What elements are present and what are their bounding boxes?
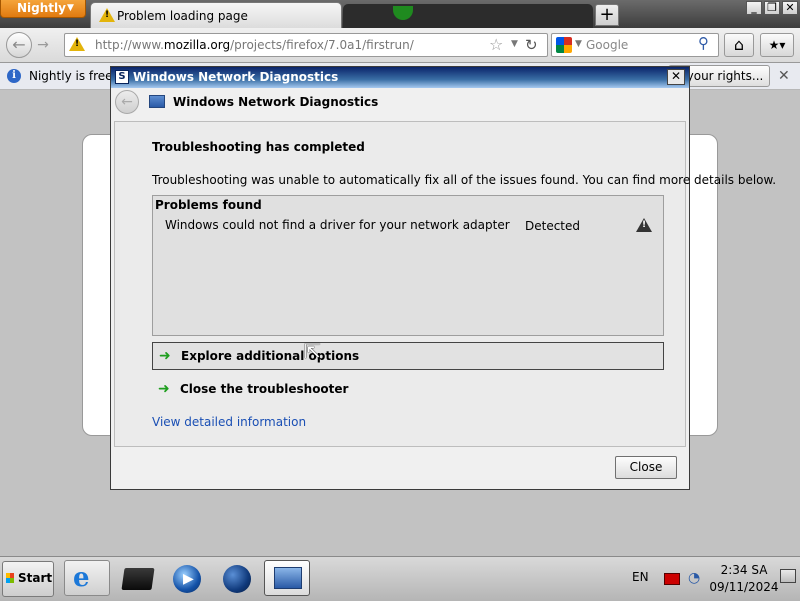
taskbar-network-diagnostics[interactable]	[264, 560, 310, 596]
window-close-button[interactable]: ✕	[782, 1, 798, 15]
problems-heading: Problems found	[155, 198, 262, 212]
warning-icon: !	[69, 37, 85, 51]
problems-list: Problems found Windows could not find a …	[152, 195, 664, 336]
close-button[interactable]: Close	[615, 456, 677, 479]
dialog-back-button[interactable]: ←	[115, 90, 139, 114]
url-bar[interactable]: ! http://www.mozilla.org/projects/firefo…	[64, 33, 548, 57]
network-icon	[149, 95, 165, 108]
chevron-down-icon: ▼	[67, 3, 74, 13]
home-button[interactable]: ⌂	[724, 33, 754, 57]
problem-description[interactable]: Windows could not find a driver for your…	[165, 218, 510, 232]
close-troubleshooter-button[interactable]: ➜ Close the troubleshooter	[152, 376, 664, 404]
home-icon: ⌂	[733, 35, 745, 54]
url-path: /projects/firefox/7.0a1/firstrun/	[230, 38, 414, 52]
problem-status: Detected	[525, 219, 581, 233]
info-icon: i	[7, 69, 21, 83]
start-label: Start	[18, 571, 53, 585]
arrow-right-icon: ➜	[159, 348, 171, 364]
explore-options-button[interactable]: ➜ Explore additional options	[152, 342, 664, 370]
action-center-icon[interactable]	[664, 573, 680, 585]
restore-button[interactable]: ❐	[764, 1, 780, 15]
search-icon[interactable]: ⚲	[698, 34, 709, 52]
forward-icon: →	[37, 37, 49, 53]
tab-background[interactable]	[343, 4, 593, 28]
dialog-titlebar[interactable]: S Windows Network Diagnostics ✕	[111, 67, 689, 88]
taskbar-explorer[interactable]	[114, 560, 160, 596]
url-prefix: http://www.	[95, 38, 164, 52]
new-tab-button[interactable]: +	[595, 4, 619, 26]
network-status-icon[interactable]: ◔	[688, 570, 700, 586]
arrow-right-icon: ➜	[158, 381, 170, 397]
bookmarks-button[interactable]: ★▾	[760, 33, 794, 57]
url-text[interactable]: http://www.mozilla.org/projects/firefox/…	[95, 38, 414, 52]
globe-icon	[223, 565, 251, 593]
start-button[interactable]: Start	[2, 561, 54, 597]
warning-icon: !	[99, 8, 115, 22]
nightly-menu-button[interactable]: Nightly ▼	[0, 0, 86, 18]
bookmarks-icon: ★▾	[768, 38, 786, 52]
dialog-header: Windows Network Diagnostics	[173, 95, 379, 109]
star-icon[interactable]: ☆	[489, 35, 503, 54]
media-player-icon: ▶	[173, 565, 201, 593]
windows-logo-icon	[6, 573, 14, 583]
taskbar-internet-explorer[interactable]: e	[64, 560, 110, 596]
internet-explorer-icon: e	[73, 563, 90, 593]
mouse-cursor-icon: ⇱	[304, 339, 321, 363]
back-button[interactable]: ←	[6, 32, 32, 58]
back-icon: ←	[121, 94, 133, 110]
close-troubleshooter-label: Close the troubleshooter	[180, 382, 349, 396]
reload-icon[interactable]: ↻	[525, 36, 538, 54]
dialog-title: Windows Network Diagnostics	[133, 70, 339, 84]
view-details-link[interactable]: View detailed information	[152, 415, 306, 429]
language-indicator[interactable]: EN	[632, 570, 649, 584]
taskbar-browser[interactable]	[214, 560, 260, 596]
google-icon[interactable]	[556, 37, 572, 53]
warning-icon: !	[636, 218, 652, 232]
search-input[interactable]: Google	[586, 38, 628, 52]
minimize-button[interactable]: _	[746, 1, 762, 15]
folder-icon	[121, 568, 155, 590]
network-diagnostics-icon: S	[115, 70, 129, 84]
status-heading: Troubleshooting has completed	[152, 140, 365, 154]
clock-time[interactable]: 2:34 SA	[704, 563, 784, 577]
close-icon[interactable]: ✕	[778, 68, 790, 84]
explore-options-label: Explore additional options	[181, 349, 360, 363]
back-icon: ←	[12, 35, 26, 54]
network-diagnostics-icon	[274, 567, 302, 589]
clock-date[interactable]: 09/11/2024	[704, 580, 784, 594]
network-diagnostics-dialog: S Windows Network Diagnostics ✕ ← Window…	[110, 66, 776, 490]
tab-title: Problem loading page	[117, 9, 248, 23]
show-desktop-button[interactable]	[780, 569, 796, 583]
taskbar-media-player[interactable]: ▶	[164, 560, 210, 596]
chevron-down-icon[interactable]: ▼	[511, 39, 518, 49]
dialog-close-button[interactable]: ✕	[667, 69, 685, 85]
status-description: Troubleshooting was unable to automatica…	[152, 173, 777, 187]
chevron-down-icon[interactable]: ▼	[575, 39, 582, 49]
tab-problem-loading[interactable]: ! Problem loading page	[90, 2, 342, 28]
search-box[interactable]: ▼ Google ⚲	[551, 33, 719, 57]
tab-favicon-icon	[393, 6, 413, 20]
forward-button[interactable]: →	[34, 37, 52, 53]
url-domain: mozilla.org	[163, 38, 231, 52]
nightly-menu-label: Nightly	[17, 1, 66, 15]
